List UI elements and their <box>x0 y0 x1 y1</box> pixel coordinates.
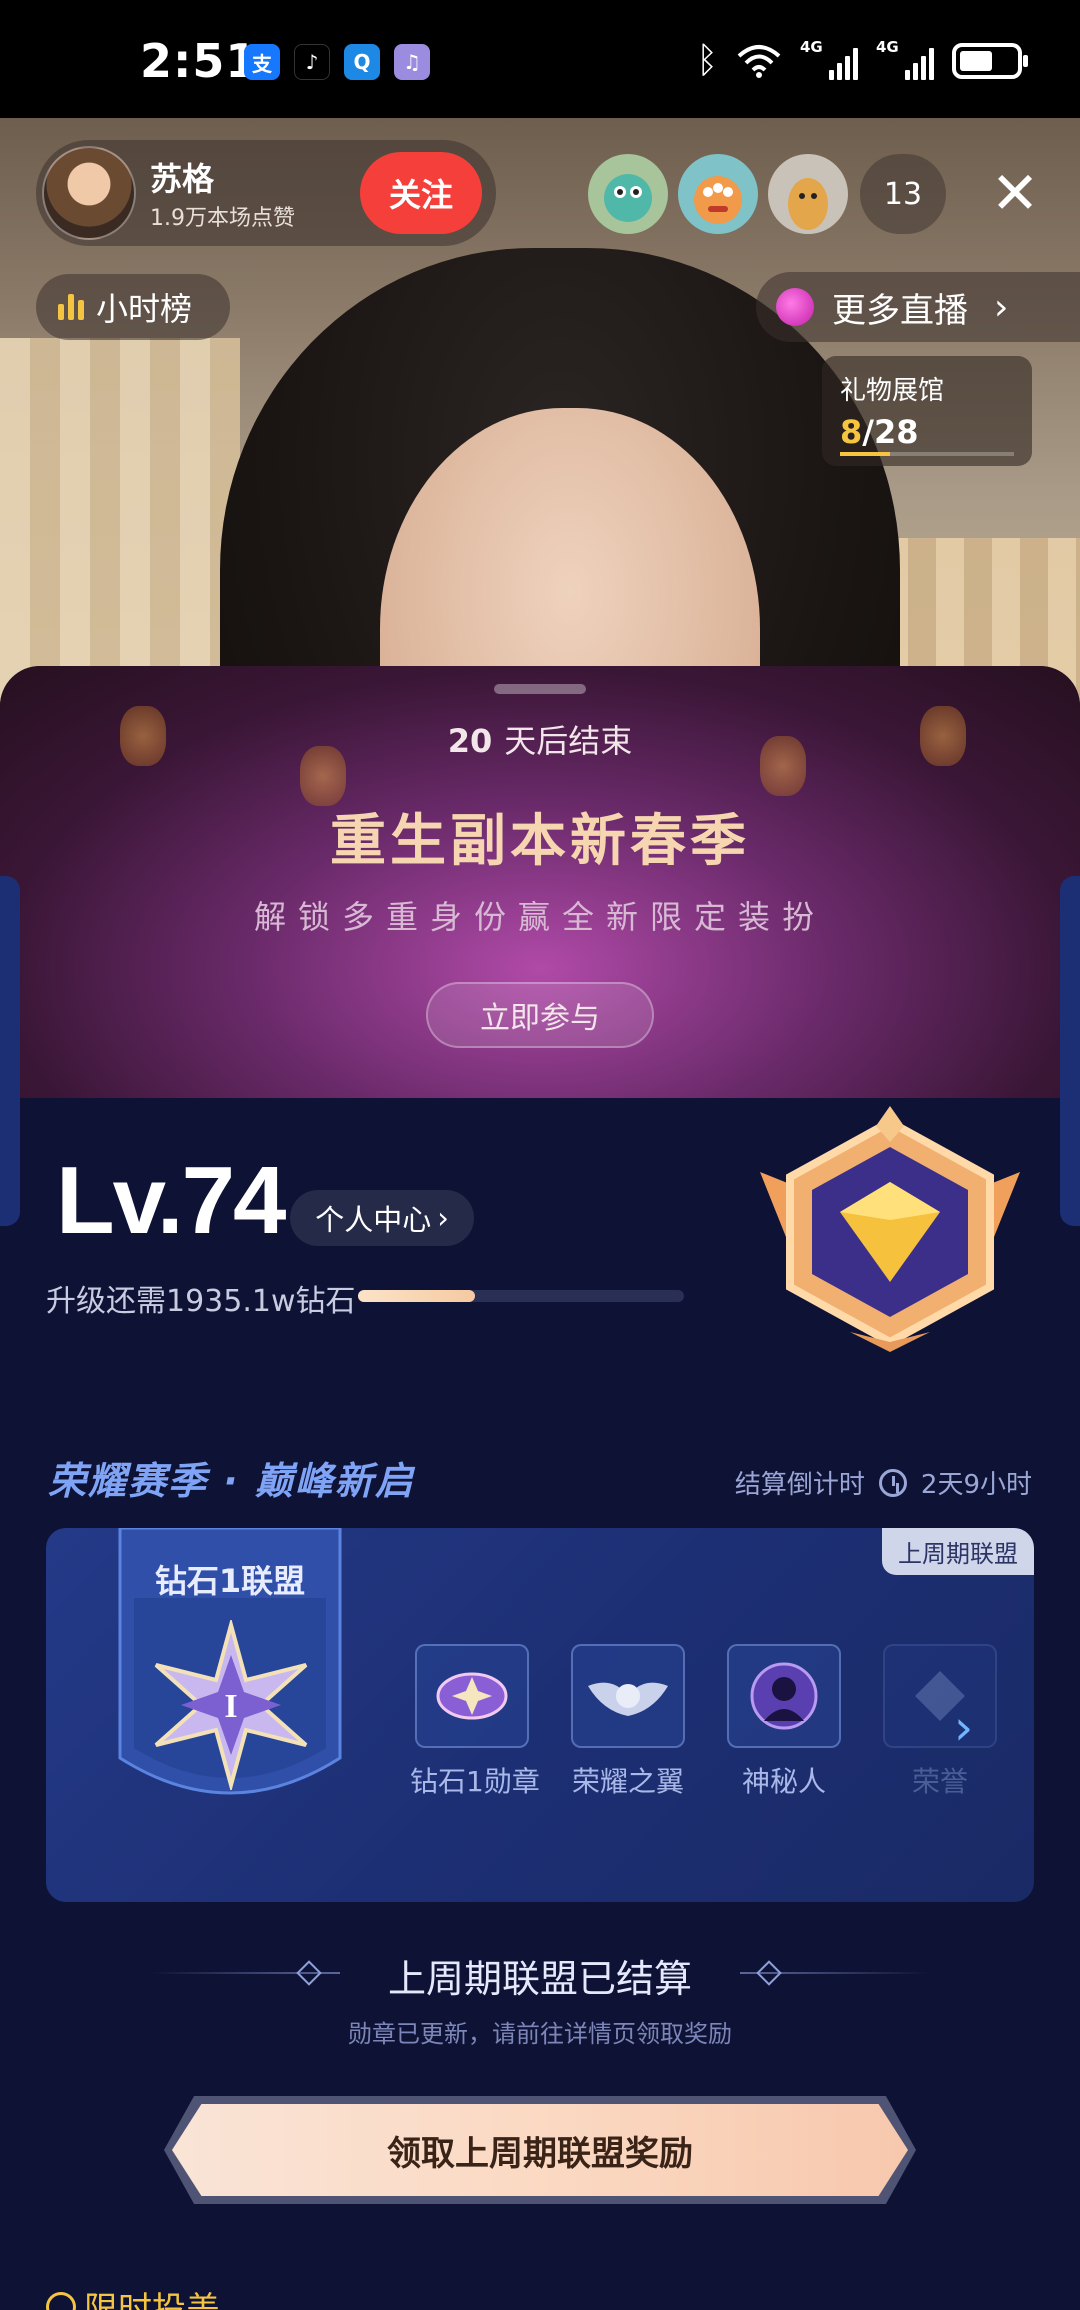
level-text: Lv.74 <box>56 1147 286 1254</box>
host-likes: 1.9万本场点赞 <box>150 206 295 231</box>
honor-icon <box>883 1644 997 1748</box>
status-indicators: ᛒ 4G 4G <box>696 38 1028 81</box>
follow-button[interactable]: 关注 <box>360 152 482 234</box>
viewer-avatar-1[interactable] <box>588 154 668 234</box>
reward-label: 钻石1勋章 <box>410 1765 540 1798</box>
more-live-button[interactable]: 更多直播 › <box>756 272 1080 342</box>
network-type-2: 4G <box>876 37 899 56</box>
level-progress-bar <box>358 1290 684 1302</box>
viewer-avatar-2[interactable] <box>678 154 758 234</box>
limited-section-header: 限时投盖 <box>46 2282 220 2310</box>
reward-item[interactable]: 荣耀之翼 <box>566 1644 690 1800</box>
reward-label: 荣誉 <box>911 1765 968 1798</box>
countdown-label: 结算倒计时 <box>734 1470 865 1500</box>
signal-icon-1: 4G <box>800 38 858 80</box>
limited-clock-icon <box>46 2291 76 2310</box>
music-app-icon: ♫ <box>394 44 430 80</box>
gift-hall-progress-text: 8/28 <box>840 413 1014 451</box>
status-bar: 2:51 支 ♪ Q ♫ ᛒ 4G 4G <box>0 0 1080 118</box>
settled-subtitle: 勋章已更新，请前往详情页领取奖励 <box>348 2020 732 2048</box>
limited-label: 限时投盖 <box>84 2290 220 2310</box>
countdown-value: 2天9小时 <box>920 1470 1032 1500</box>
sheet-drag-handle[interactable] <box>494 684 586 694</box>
reward-label: 荣耀之翼 <box>571 1765 684 1798</box>
more-live-label: 更多直播 <box>832 290 968 331</box>
personal-center-label: 个人中心 <box>315 1203 432 1237</box>
event-countdown: 20 天后结束 <box>0 716 1080 762</box>
host-avatar[interactable] <box>42 146 136 240</box>
viewer-avatar-3[interactable] <box>768 154 848 234</box>
battery-icon <box>952 42 1028 79</box>
event-banner[interactable]: 20 天后结束 重生副本新春季 解锁多重身份赢全新限定装扮 立即参与 <box>0 666 1080 1098</box>
glory-wing-icon <box>571 1644 685 1748</box>
reward-item[interactable]: 钻石1勋章 <box>410 1644 540 1800</box>
svg-text:I: I <box>224 1688 237 1725</box>
status-time: 2:51 <box>140 34 259 88</box>
reward-item[interactable]: 神秘人 <box>722 1644 846 1800</box>
clock-icon <box>878 1468 907 1497</box>
tiktok-icon: ♪ <box>294 44 330 80</box>
close-icon[interactable]: ✕ <box>980 158 1050 228</box>
event-subtitle: 解锁多重身份赢全新限定装扮 <box>253 898 826 936</box>
wifi-icon <box>737 44 781 78</box>
host-name: 苏格 <box>150 160 215 198</box>
diamond-star-icon: I <box>154 1620 308 1790</box>
settled-title: 上周期联盟已结算 <box>387 1957 692 2001</box>
chevron-right-icon: › <box>437 1201 449 1235</box>
scroll-right-icon[interactable]: › <box>954 1700 973 1756</box>
season-title: 荣耀赛季 · 巅峰新启 <box>48 1459 415 1503</box>
event-days-text: 天后结束 <box>504 722 633 760</box>
chevron-right-icon: › <box>994 286 1009 328</box>
alipay-icon: 支 <box>244 44 280 80</box>
reward-item[interactable]: 荣誉 <box>878 1644 1002 1800</box>
gift-hall-title: 礼物展馆 <box>840 376 945 406</box>
bottom-sheet: 20 天后结束 重生副本新春季 解锁多重身份赢全新限定装扮 立即参与 Lv.74 … <box>0 666 1080 2310</box>
event-days-number: 20 <box>447 722 493 760</box>
bluetooth-icon: ᛒ <box>696 40 718 81</box>
viewer-count[interactable]: 13 <box>860 154 946 234</box>
event-title: 重生副本新春季 <box>330 809 750 874</box>
mystery-person-icon <box>727 1644 841 1748</box>
hour-rank-button[interactable]: 小时榜 <box>36 274 230 340</box>
hour-rank-label: 小时榜 <box>96 290 193 328</box>
gift-hall-current: 8 <box>840 413 863 451</box>
gift-hall-progress-bar <box>840 452 1014 456</box>
live-bubble-icon <box>776 288 814 326</box>
rank-bars-icon <box>58 294 84 320</box>
gift-hall-card[interactable]: 礼物展馆 8/28 <box>822 356 1032 466</box>
status-app-icons: 支 ♪ Q ♫ <box>244 44 430 80</box>
join-now-button[interactable]: 立即参与 <box>426 982 654 1048</box>
personal-center-button[interactable]: 个人中心 › <box>290 1190 474 1246</box>
search-app-icon: Q <box>344 44 380 80</box>
diamond-medal-icon <box>415 1644 529 1748</box>
gift-hall-total: /28 <box>862 413 919 451</box>
league-tier-name: 钻石1联盟 <box>154 1562 306 1600</box>
prev-league-card-peek[interactable] <box>0 876 20 1226</box>
network-type-1: 4G <box>800 37 823 56</box>
league-card[interactable]: 上周期联盟 钻石1联盟 I 钻石1勋章 荣耀之翼 神秘人 荣誉 › <box>46 1528 1034 1902</box>
next-league-card-peek[interactable] <box>1060 876 1080 1226</box>
previous-period-tag: 上周期联盟 <box>882 1528 1034 1575</box>
signal-icon-2: 4G <box>876 38 934 80</box>
claim-rewards-button[interactable]: 领取上周期联盟奖励 <box>172 2104 908 2196</box>
season-countdown: 结算倒计时 2天9小时 <box>735 1464 1032 1501</box>
reward-label: 神秘人 <box>741 1765 826 1798</box>
level-badge-icon <box>760 1106 1020 1352</box>
upgrade-requirement: 升级还需1935.1w钻石 <box>46 1284 356 1319</box>
